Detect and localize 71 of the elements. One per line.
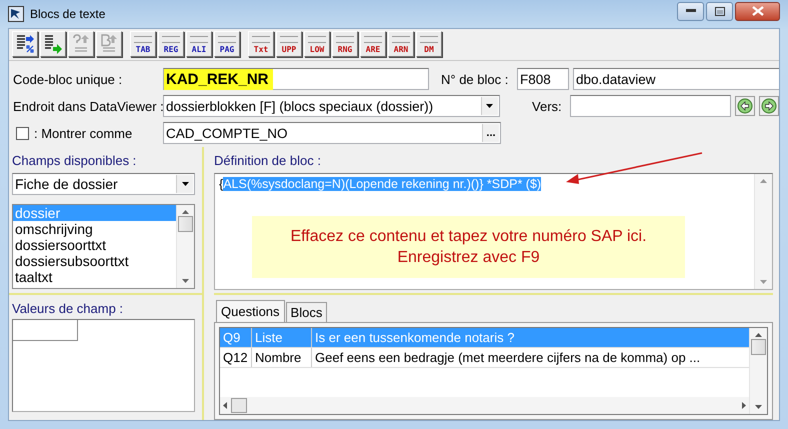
section-label: Valeurs de champ :: [12, 301, 124, 317]
scroll-right-icon: [742, 402, 746, 409]
window-title: Blocs de texte: [30, 7, 106, 21]
list-item[interactable]: taaltxt: [13, 269, 176, 285]
definition-editor[interactable]: {ALS(%sysdoclang=N)(Lopende rekening nr.)()} *SDP* ($) Effacez ce contenu et tapez votre numéro SAP ici. Enregistrez avec F9: [214, 173, 773, 290]
checkbox[interactable]: [16, 126, 29, 140]
field-label: Code-bloc unique :: [13, 72, 124, 86]
scroll-down-icon: [182, 279, 189, 283]
toolbar-button[interactable]: [12, 31, 38, 57]
scroll-down-icon: [755, 405, 762, 409]
scroll-down-icon: [760, 280, 767, 284]
previous-button[interactable]: [735, 96, 756, 116]
list-item[interactable]: dossiersubsoorttxt: [13, 253, 176, 269]
maximize-icon: [714, 6, 724, 16]
instruction-note: Effacez ce contenu et tapez votre numéro SAP ici. Enregistrez avec F9: [252, 216, 685, 278]
scrollbar[interactable]: [220, 397, 749, 414]
toolbar-button[interactable]: DM: [416, 31, 442, 57]
field-label: Endroit dans DataViewer :: [13, 98, 163, 114]
list-item[interactable]: dossiersoorttxt: [13, 237, 176, 253]
field-label: Vers:: [531, 98, 563, 114]
dropdown-arrow-icon: [182, 182, 188, 186]
scroll-up-icon: [755, 333, 762, 337]
toolbar-button[interactable]: LOW: [304, 31, 330, 57]
scroll-thumb[interactable]: [178, 216, 193, 232]
scroll-up-icon: [760, 179, 767, 183]
minimize-icon: [686, 9, 696, 13]
field-label: N° de bloc :: [441, 72, 510, 86]
scroll-up-icon: [182, 210, 189, 214]
scrollbar[interactable]: [749, 328, 767, 414]
list-arrow-icon: [43, 34, 63, 54]
dropdown-arrow-icon: [486, 104, 494, 108]
toolbar-button[interactable]: [40, 31, 66, 57]
toolbar-button[interactable]: PAG: [214, 31, 240, 57]
scroll-left-icon: [223, 402, 227, 409]
code-field[interactable]: KAD_REK_NR: [163, 68, 429, 90]
close-icon: [752, 6, 764, 16]
scroll-thumb[interactable]: [751, 339, 766, 355]
show-as-field[interactable]: CAD_COMPTE_NO ...: [163, 122, 501, 144]
table-name-field[interactable]: dbo.dataview: [573, 68, 779, 90]
maximize-button[interactable]: [706, 2, 733, 20]
toolbar-button[interactable]: UPP: [276, 31, 302, 57]
toolbar-button[interactable]: ARN: [388, 31, 414, 57]
question-arrow-icon: [71, 34, 91, 54]
list-item[interactable]: omschrijving: [13, 221, 176, 237]
checkbox-label: : Montrer comme: [34, 126, 132, 140]
scrollbar[interactable]: [754, 174, 772, 289]
toolbar-button[interactable]: REG: [158, 31, 184, 57]
letter-arrow-icon: [99, 34, 119, 54]
next-button[interactable]: [759, 96, 779, 116]
section-label: Champs disponibles :: [12, 153, 138, 169]
definition-text: {ALS(%sysdoclang=N)(Lopende rekening nr.)()} *SDP* ($): [219, 177, 542, 191]
scrollbar[interactable]: [176, 205, 194, 288]
toolbar-button[interactable]: ALI: [186, 31, 212, 57]
list-arrow-icon: [15, 34, 35, 54]
toolbar-button[interactable]: Txt: [248, 31, 274, 57]
close-button[interactable]: [735, 2, 780, 20]
toolbar-button[interactable]: ARE: [360, 31, 386, 57]
tab[interactable]: Blocs: [286, 302, 328, 322]
vers-field[interactable]: [570, 95, 732, 117]
tab[interactable]: Questions: [216, 300, 285, 322]
scroll-thumb[interactable]: [231, 398, 247, 413]
table-row[interactable]: Q12 Nombre Geef eens een bedragje (met meerdere cijfers na de komma) op ...: [220, 348, 749, 368]
toolbar-button[interactable]: RNG: [332, 31, 358, 57]
location-dropdown[interactable]: dossierblokken [F] (blocs speciaux (dossier)): [163, 95, 500, 117]
app-icon: [8, 6, 24, 22]
toolbar-button[interactable]: TAB: [130, 31, 156, 57]
bloc-number-field[interactable]: F808: [517, 68, 569, 90]
value-cell[interactable]: [13, 320, 78, 341]
section-label: Définition de bloc :: [214, 153, 322, 169]
minimize-button[interactable]: [677, 2, 704, 20]
source-dropdown[interactable]: Fiche de dossier: [12, 173, 195, 195]
